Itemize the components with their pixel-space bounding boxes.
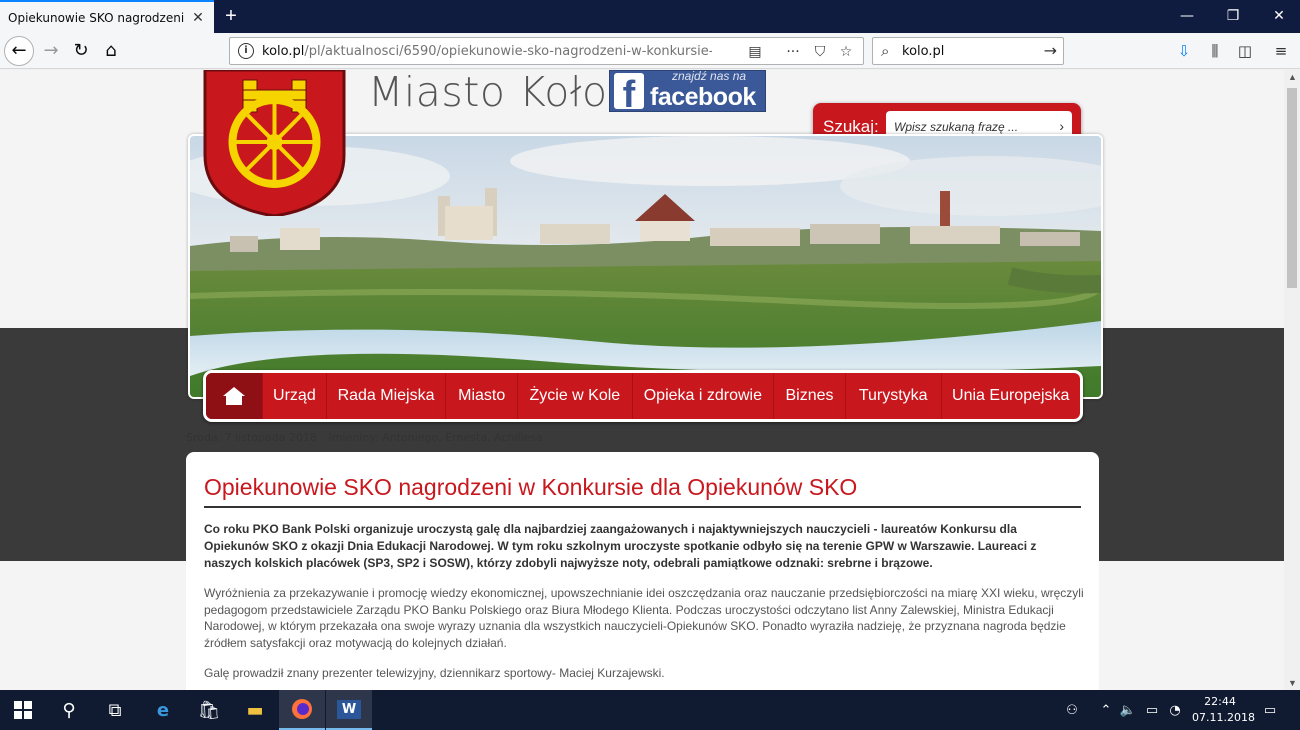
- close-tab-icon[interactable]: ✕: [190, 9, 206, 25]
- clock[interactable]: 22:44 07.11.2018: [1192, 694, 1255, 726]
- firefox-logo: [292, 699, 312, 719]
- task-view-icon[interactable]: ⧉: [92, 690, 138, 730]
- restore-button[interactable]: ❐: [1210, 0, 1256, 33]
- home-icon[interactable]: ⌂: [96, 36, 126, 66]
- nav-home-button[interactable]: [206, 373, 262, 419]
- url-text[interactable]: kolo.pl/pl/aktualnosci/6590/opiekunowie-…: [262, 44, 712, 59]
- menu-icon[interactable]: ≡: [1270, 40, 1292, 62]
- back-icon[interactable]: ←: [4, 36, 34, 66]
- battery-icon[interactable]: ▭: [1142, 690, 1162, 730]
- search-go-icon[interactable]: →: [1044, 41, 1057, 60]
- firefox-icon[interactable]: [279, 690, 325, 730]
- browser-toolbar: ← → ↻ ⌂ i kolo.pl/pl/aktualnosci/6590/op…: [0, 33, 1300, 69]
- article-lead: Co roku PKO Bank Polski organizuje urocz…: [204, 522, 1037, 570]
- scroll-thumb[interactable]: [1287, 88, 1297, 288]
- edge-icon[interactable]: e: [140, 690, 186, 730]
- word-icon[interactable]: W: [326, 690, 372, 730]
- action-center-icon[interactable]: ▭: [1258, 690, 1282, 730]
- article-card: Opiekunowie SKO nagrodzeni w Konkursie d…: [186, 452, 1099, 690]
- people-icon[interactable]: ⚇: [1060, 690, 1084, 730]
- library-icon[interactable]: ⫼: [1204, 40, 1226, 62]
- reload-icon[interactable]: ↻: [66, 36, 96, 66]
- bookmark-star-icon[interactable]: ☆: [836, 42, 856, 62]
- current-date: Środa, 7 listopada 2018: [186, 431, 318, 444]
- scroll-up-icon[interactable]: ▲: [1288, 72, 1297, 82]
- page-actions-icon[interactable]: ···: [783, 42, 803, 62]
- facebook-big-text: facebook: [650, 83, 756, 111]
- nav-item-3[interactable]: Miasto: [445, 373, 517, 419]
- address-bar[interactable]: i kolo.pl/pl/aktualnosci/6590/opiekunowi…: [229, 37, 864, 65]
- windows-logo-icon: [14, 701, 32, 719]
- facebook-icon: f: [614, 73, 644, 111]
- nav-item-4[interactable]: Życie w Kole: [517, 373, 632, 419]
- word-label: W: [336, 699, 362, 719]
- tab-title: Opiekunowie SKO nagrodzeni w Kon: [8, 10, 184, 25]
- pocket-icon[interactable]: ⛉: [810, 42, 830, 62]
- nav-item-6[interactable]: Biznes: [773, 373, 845, 419]
- home-icon: [223, 387, 245, 405]
- nav-item-1[interactable]: Urząd: [262, 373, 326, 419]
- page-viewport: Miasto Koło f znajdź nas na facebook Szu…: [0, 70, 1284, 690]
- magnifier-icon: ⌕: [881, 42, 890, 60]
- nav-item-7[interactable]: Turystyka: [844, 373, 941, 419]
- main-navigation: Urząd Rada Miejska Miasto Życie w Kole Opiek…: [203, 370, 1083, 422]
- nav-item-8[interactable]: Unia Europejska: [940, 373, 1080, 419]
- sidebar-icon[interactable]: ◫: [1234, 40, 1256, 62]
- tab-strip: Opiekunowie SKO nagrodzeni w Kon ✕ + — ❐…: [0, 0, 1300, 33]
- tray-chevron-icon[interactable]: ⌃: [1094, 690, 1118, 730]
- volume-icon[interactable]: 🔈: [1118, 690, 1138, 730]
- scroll-down-icon[interactable]: ▼: [1288, 678, 1297, 688]
- nameday-text: Imieniny: Antoniego, Ernesta, Achillesa: [328, 431, 543, 444]
- downloads-icon[interactable]: ⇩: [1173, 40, 1195, 62]
- search-bar[interactable]: ⌕ kolo.pl →: [872, 37, 1064, 65]
- nav-item-5[interactable]: Opieka i zdrowie: [631, 373, 773, 419]
- page-scrollbar[interactable]: ▲ ▼: [1284, 70, 1300, 690]
- facebook-banner[interactable]: f znajdź nas na facebook: [609, 70, 766, 112]
- reader-view-icon[interactable]: ▤: [745, 42, 765, 62]
- clock-time: 22:44: [1204, 695, 1236, 708]
- search-bar-value[interactable]: kolo.pl: [902, 44, 944, 59]
- network-icon[interactable]: ◔: [1164, 690, 1186, 730]
- file-explorer-icon[interactable]: ▬: [232, 690, 278, 730]
- minimize-button[interactable]: —: [1164, 0, 1210, 33]
- title-divider: [204, 506, 1081, 508]
- nav-item-2[interactable]: Rada Miejska: [325, 373, 446, 419]
- article-paragraph: Wyróżnienia za przekazywanie i promocję …: [204, 586, 1084, 650]
- search-submit-icon[interactable]: ›: [1059, 118, 1064, 134]
- forward-icon[interactable]: →: [36, 36, 66, 66]
- search-placeholder: Wpisz szukaną frazę ...: [894, 120, 1019, 134]
- facebook-small-text: znajdź nas na: [672, 70, 747, 83]
- clock-date: 07.11.2018: [1192, 711, 1255, 724]
- article-paragraph-2: Galę prowadził znany prezenter telewizyj…: [204, 666, 665, 680]
- article-title: Opiekunowie SKO nagrodzeni w Konkursie d…: [204, 474, 858, 500]
- coat-of-arms-logo[interactable]: [203, 70, 346, 216]
- site-title[interactable]: Miasto Koło: [368, 70, 608, 116]
- tab-active[interactable]: Opiekunowie SKO nagrodzeni w Kon ✕: [0, 0, 214, 33]
- store-icon[interactable]: 🛍: [186, 690, 232, 730]
- date-line: Środa, 7 listopada 2018 Imieniny: Antoni…: [186, 431, 543, 444]
- new-tab-button[interactable]: +: [220, 5, 242, 27]
- site-info-icon[interactable]: i: [238, 43, 254, 59]
- search-icon[interactable]: ⚲: [46, 690, 92, 730]
- window-close-button[interactable]: ✕: [1256, 0, 1300, 33]
- start-button[interactable]: [0, 690, 46, 730]
- windows-taskbar: ⚲ ⧉ e 🛍 ▬ W ⚇ ⌃ 🔈 ▭ ◔ 22:44 07.11.2018 ▭: [0, 690, 1300, 730]
